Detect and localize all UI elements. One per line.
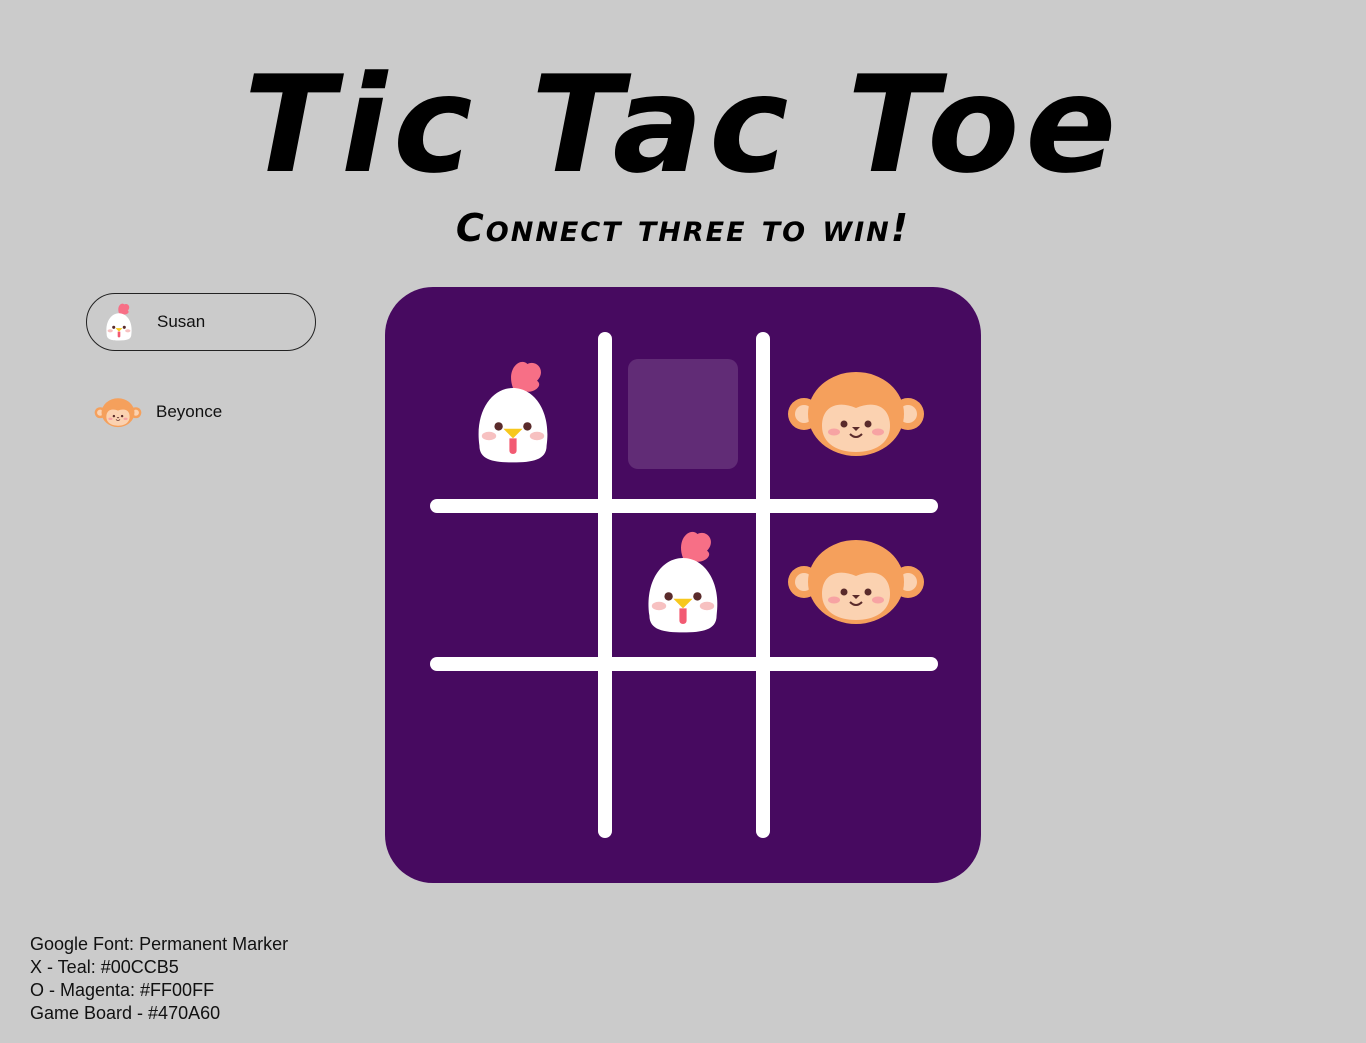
monkey-icon	[94, 388, 142, 436]
board-cell-1[interactable]	[438, 339, 588, 489]
chicken-icon	[95, 298, 143, 346]
board-cell-9[interactable]	[781, 679, 931, 829]
board-cell-5[interactable]	[608, 509, 758, 659]
note-board-color: Game Board - #470A60	[30, 1003, 221, 1023]
monkey-icon	[786, 530, 926, 635]
board-cell-7[interactable]	[438, 679, 588, 829]
player-card-beyonce[interactable]: Beyonce	[86, 383, 316, 441]
grid-line-horizontal-2	[430, 657, 938, 671]
note-o-color: O - Magenta: #FF00FF	[30, 980, 215, 1000]
board-cell-8[interactable]	[608, 679, 758, 829]
chicken-icon	[453, 352, 573, 477]
game-board	[385, 287, 981, 883]
grid-line-vertical-2	[756, 332, 770, 838]
player-name: Susan	[157, 312, 206, 331]
note-font: Google Font: Permanent Marker	[30, 934, 289, 954]
board-cell-4[interactable]	[438, 509, 588, 659]
board-cell-2[interactable]	[608, 339, 758, 489]
board-cell-3[interactable]	[781, 339, 931, 489]
player-name: Beyonce	[156, 402, 223, 421]
chicken-icon	[623, 522, 743, 647]
game-subtitle: Connect three to win!	[455, 206, 911, 250]
monkey-icon	[786, 362, 926, 467]
note-x-color: X - Teal: #00CCB5	[30, 957, 179, 977]
game-title: Tic Tac Toe	[243, 47, 1123, 203]
player-card-susan[interactable]: Susan	[86, 293, 316, 351]
board-cell-6[interactable]	[781, 507, 931, 657]
design-notes: Google Font: Permanent Marker X - Teal: …	[30, 933, 288, 1025]
hover-highlight	[628, 359, 738, 469]
